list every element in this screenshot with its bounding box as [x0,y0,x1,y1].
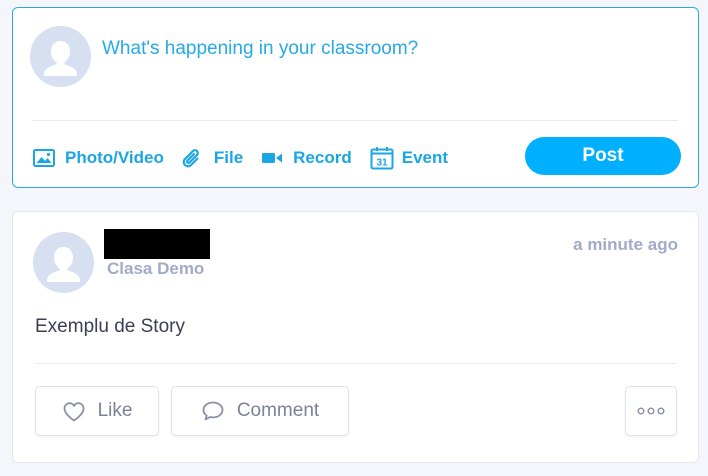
comment-button[interactable]: Comment [171,386,349,436]
record-label: Record [293,148,352,167]
like-label: Like [97,400,133,421]
composer-divider [33,120,678,121]
more-options-button[interactable] [625,386,677,436]
composer-prompt-input[interactable]: What's happening in your classroom? [102,38,418,60]
comment-bubble-icon [201,400,225,422]
photo-video-label: Photo/Video [65,148,164,167]
video-camera-icon [261,146,287,170]
heart-icon [62,401,86,422]
file-button[interactable]: File [182,146,243,170]
class-name[interactable]: Clasa Demo [107,259,204,279]
redacted-author-name [104,229,210,259]
record-button[interactable]: Record [261,146,352,170]
event-button[interactable]: 31 Event [370,146,448,170]
user-placeholder-icon [33,232,94,293]
photo-icon [33,146,59,170]
story-composer: What's happening in your classroom? Phot… [12,7,699,188]
event-label: Event [401,148,449,167]
story-body: Exemplu de Story [35,316,185,337]
calendar-day: 31 [376,158,388,169]
post-timestamp: a minute ago [573,235,678,254]
user-placeholder-icon [30,26,91,87]
story-card: Clasa Demo a minute ago Exemplu de Story… [12,211,699,463]
photo-video-button[interactable]: Photo/Video [33,146,164,170]
composer-actions: Photo/Video File Record 31 Event [33,144,466,172]
paperclip-icon [182,146,208,170]
file-label: File [213,148,244,167]
story-divider [35,363,676,364]
calendar-icon: 31 [370,146,396,170]
avatar [30,26,91,87]
avatar[interactable] [33,232,94,293]
comment-label: Comment [236,400,320,421]
like-button[interactable]: Like [35,386,159,436]
post-button[interactable]: Post [525,137,681,175]
ellipsis-icon [637,407,665,415]
